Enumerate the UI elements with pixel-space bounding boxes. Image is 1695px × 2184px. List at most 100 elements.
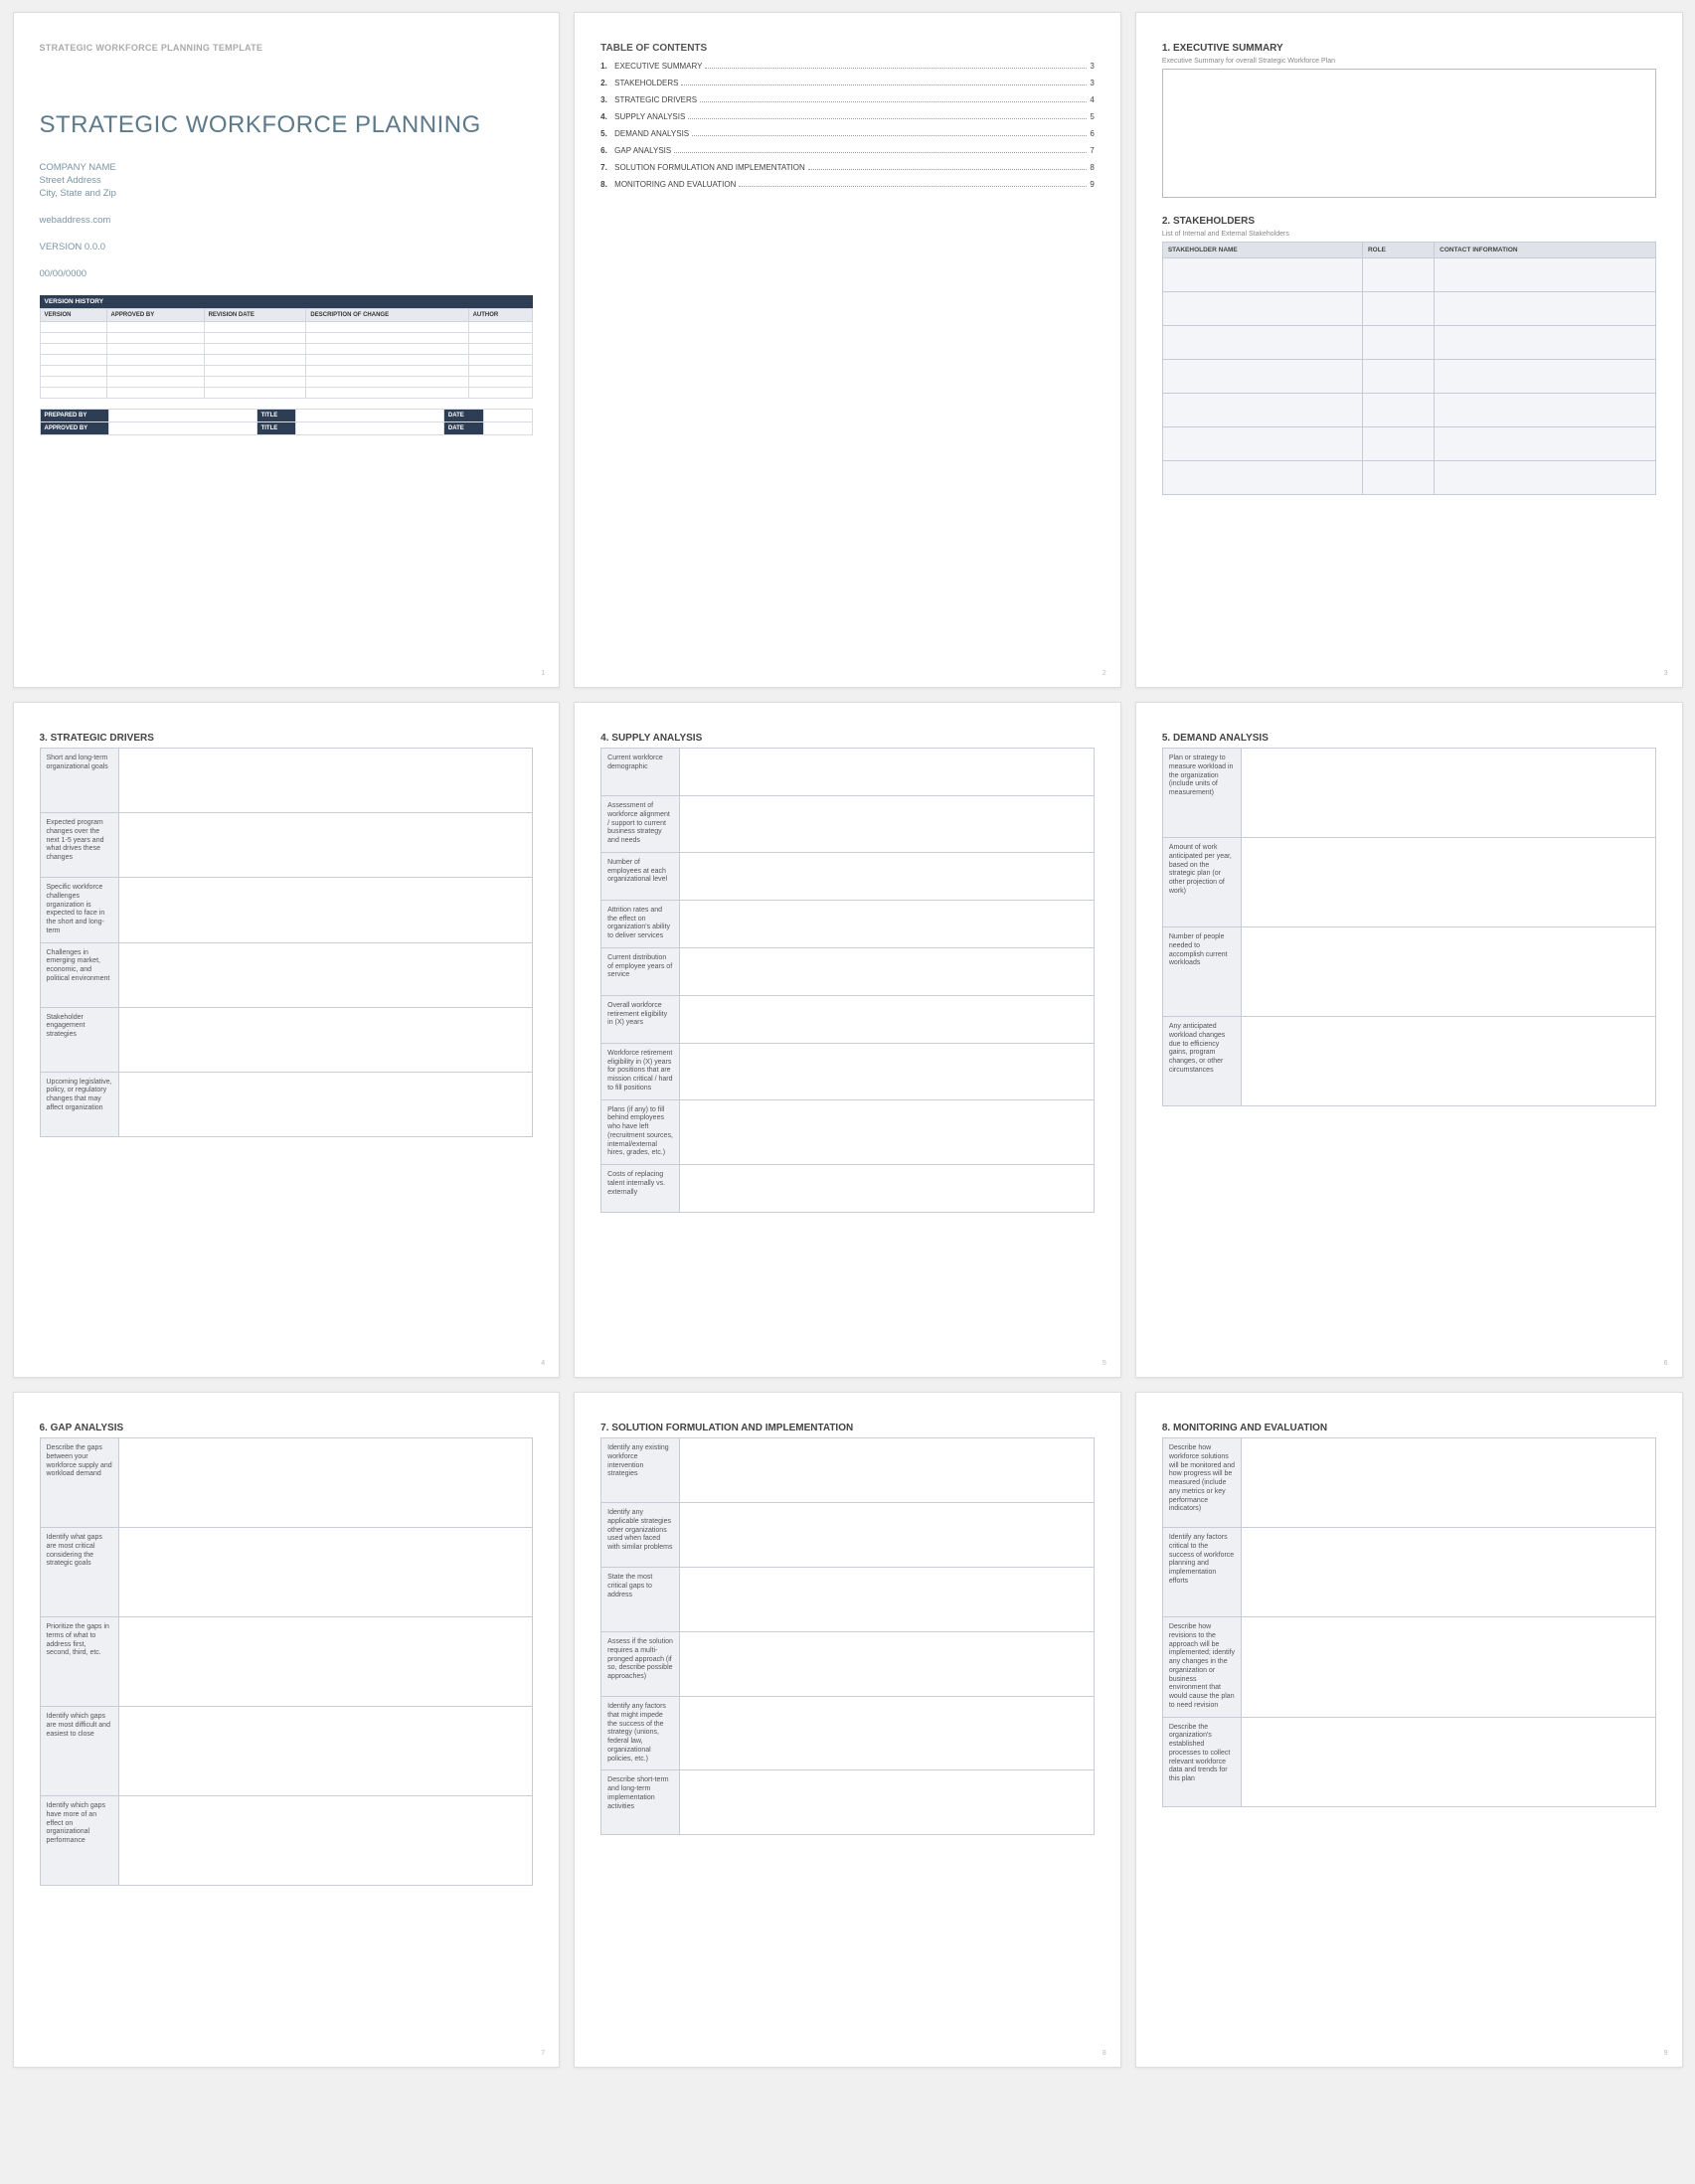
row-label: Stakeholder engagement strategies	[40, 1007, 118, 1072]
row-label: Describe how revisions to the approach w…	[1162, 1617, 1241, 1718]
vh-col-author: AUTHOR	[468, 309, 533, 322]
page-8: 7. SOLUTION FORMULATION AND IMPLEMENTATI…	[574, 1392, 1121, 2068]
row-field	[680, 947, 1094, 995]
toc-entry: 1.EXECUTIVE SUMMARY 3	[600, 62, 1095, 71]
row-field	[680, 1697, 1094, 1770]
row-field	[1242, 1717, 1655, 1806]
row-field	[680, 1503, 1094, 1568]
row-label: Any anticipated workload changes due to …	[1162, 1017, 1241, 1106]
toc-entry: 2.STAKEHOLDERS3	[600, 79, 1095, 87]
approved-by-label: APPROVED BY	[40, 422, 108, 435]
toc-title: TABLE OF CONTENTS	[600, 43, 1095, 54]
toc-name: MONITORING AND EVALUATION	[614, 180, 736, 189]
toc-number: 5.	[600, 129, 614, 138]
version-history-header: VERSION HISTORY	[40, 295, 534, 308]
row-label: Identify any applicable strategies other…	[601, 1503, 680, 1568]
row-field	[118, 1438, 532, 1528]
toc-name: EXECUTIVE SUMMARY	[614, 62, 702, 71]
row-label: Describe the gaps between your workforce…	[40, 1438, 118, 1528]
stakeholders-table: STAKEHOLDER NAME ROLE CONTACT INFORMATIO…	[1162, 242, 1656, 495]
row-field	[118, 1707, 532, 1796]
toc-page: 6	[1090, 129, 1094, 138]
version-history-table: VERSION APPROVED BY REVISION DATE DESCRI…	[40, 308, 534, 399]
row-field	[680, 796, 1094, 853]
toc-page: 3	[1090, 62, 1094, 71]
row-field	[1242, 838, 1655, 927]
stakeholders-heading: 2. STAKEHOLDERS	[1162, 216, 1656, 227]
row-field	[118, 749, 532, 813]
toc-page: 8	[1090, 163, 1094, 172]
row-label: Identify any existing workforce interven…	[601, 1438, 680, 1503]
toc-number: 4.	[600, 112, 614, 121]
document-title: STRATEGIC WORKFORCE PLANNING	[40, 112, 534, 138]
row-label: Assessment of workforce alignment / supp…	[601, 796, 680, 853]
row-field	[118, 1528, 532, 1617]
supply-analysis-heading: 4. SUPPLY ANALYSIS	[600, 733, 1095, 744]
strategic-drivers-table: Short and long-term organizational goals…	[40, 748, 534, 1137]
exec-summary-heading: 1. EXECUTIVE SUMMARY	[1162, 43, 1656, 54]
page-5: 4. SUPPLY ANALYSIS Current workforce dem…	[574, 702, 1121, 1378]
title-label-2: TITLE	[256, 422, 296, 435]
row-label: Assess if the solution requires a multi-…	[601, 1632, 680, 1697]
vh-col-approved: APPROVED BY	[106, 309, 204, 322]
row-label: Challenges in emerging market, economic,…	[40, 942, 118, 1007]
row-field	[1242, 1438, 1655, 1528]
row-field	[1242, 1617, 1655, 1718]
toc-entry: 7.SOLUTION FORMULATION AND IMPLEMENTATIO…	[600, 163, 1095, 172]
row-label: Identify which gaps are most difficult a…	[40, 1707, 118, 1796]
toc-page: 5	[1090, 112, 1094, 121]
row-label: Identify any factors that might impede t…	[601, 1697, 680, 1770]
toc-name: SOLUTION FORMULATION AND IMPLEMENTATION	[614, 163, 805, 172]
page-number: 8	[1102, 2050, 1106, 2057]
row-label: Specific workforce challenges organizati…	[40, 878, 118, 943]
date-label-1: DATE	[443, 410, 483, 422]
toc-page: 9	[1090, 180, 1094, 189]
toc-number: 8.	[600, 180, 614, 189]
toc-number: 1.	[600, 62, 614, 71]
page-9: 8. MONITORING AND EVALUATION Describe ho…	[1135, 1392, 1683, 2068]
exec-summary-subtext: Executive Summary for overall Strategic …	[1162, 58, 1656, 65]
row-field	[118, 1072, 532, 1136]
gap-analysis-heading: 6. GAP ANALYSIS	[40, 1423, 534, 1433]
stake-col-contact: CONTACT INFORMATION	[1435, 243, 1655, 258]
toc-number: 6.	[600, 146, 614, 155]
page-2: TABLE OF CONTENTS 1.EXECUTIVE SUMMARY32.…	[574, 12, 1121, 688]
toc-page: 3	[1090, 79, 1094, 87]
toc-page: 4	[1090, 95, 1094, 104]
toc-entry: 8.MONITORING AND EVALUATION 9	[600, 180, 1095, 189]
signoff-table: PREPARED BY TITLE DATE APPROVED BY TITLE…	[40, 409, 534, 435]
row-label: Costs of replacing talent internally vs.…	[601, 1165, 680, 1213]
supply-analysis-table: Current workforce demographicAssessment …	[600, 748, 1095, 1213]
date-line: 00/00/0000	[40, 268, 534, 279]
row-field	[118, 1796, 532, 1886]
row-field	[680, 1043, 1094, 1099]
page-number: 6	[1664, 1360, 1668, 1367]
page-number: 5	[1102, 1360, 1106, 1367]
row-label: Identify any factors critical to the suc…	[1162, 1528, 1241, 1617]
toc-entry: 3.STRATEGIC DRIVERS4	[600, 95, 1095, 104]
toc-name: SUPPLY ANALYSIS	[614, 112, 685, 121]
row-field	[118, 1617, 532, 1707]
strategic-drivers-heading: 3. STRATEGIC DRIVERS	[40, 733, 534, 744]
row-field	[680, 749, 1094, 796]
row-label: Describe how workforce solutions will be…	[1162, 1438, 1241, 1528]
toc-page: 7	[1090, 146, 1094, 155]
row-label: Identify what gaps are most critical con…	[40, 1528, 118, 1617]
vh-col-desc: DESCRIPTION OF CHANGE	[306, 309, 468, 322]
row-field	[1242, 749, 1655, 838]
row-label: Current distribution of employee years o…	[601, 947, 680, 995]
row-label: State the most critical gaps to address	[601, 1568, 680, 1632]
vh-col-revdate: REVISION DATE	[204, 309, 306, 322]
vh-col-version: VERSION	[40, 309, 106, 322]
doc-type-label: STRATEGIC WORKFORCE PLANNING TEMPLATE	[40, 43, 534, 53]
row-field	[1242, 1017, 1655, 1106]
row-label: Short and long-term organizational goals	[40, 749, 118, 813]
version-line: VERSION 0.0.0	[40, 242, 534, 252]
date-label-2: DATE	[443, 422, 483, 435]
page-7: 6. GAP ANALYSIS Describe the gaps betwee…	[13, 1392, 561, 2068]
row-field	[680, 995, 1094, 1043]
toc-number: 3.	[600, 95, 614, 104]
toc-name: STAKEHOLDERS	[614, 79, 678, 87]
row-label: Workforce retirement eligibility in (X) …	[601, 1043, 680, 1099]
row-label: Amount of work anticipated per year, bas…	[1162, 838, 1241, 927]
